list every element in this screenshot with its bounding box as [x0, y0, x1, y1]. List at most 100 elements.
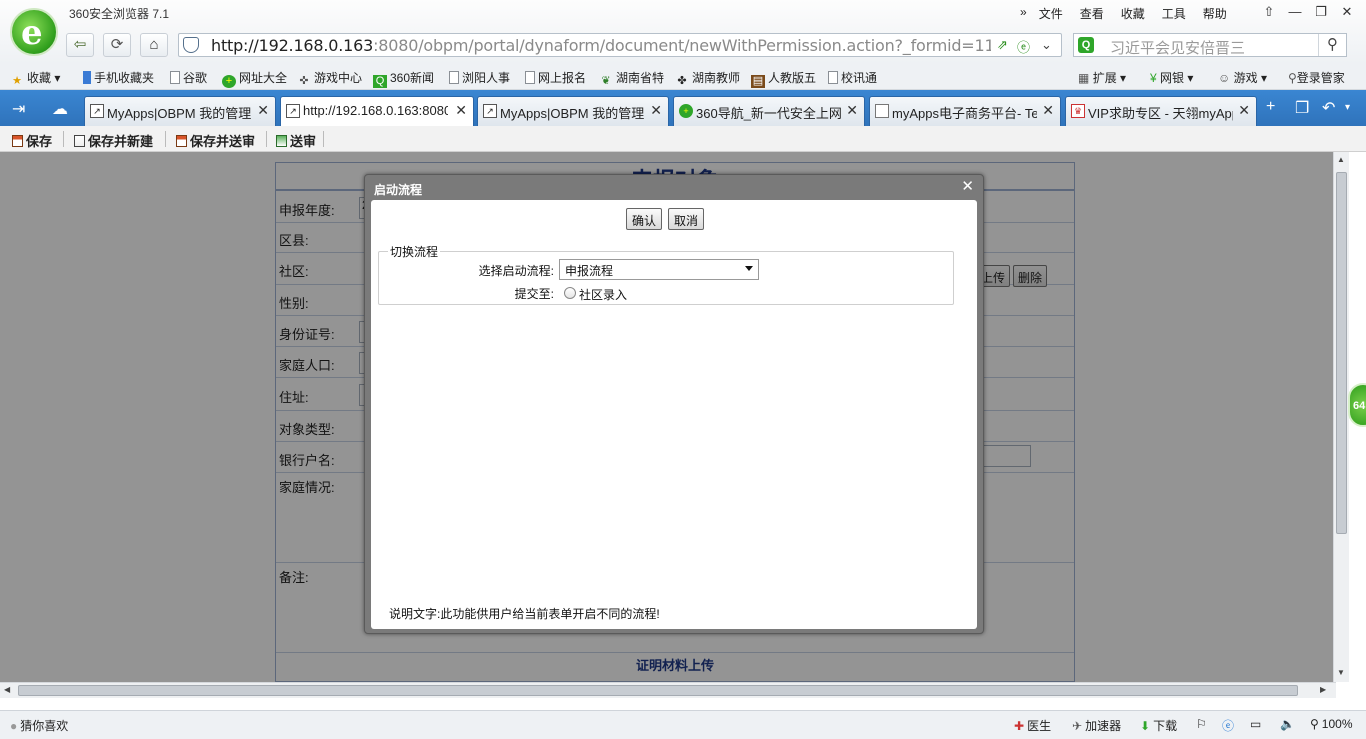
- community-entry-radio[interactable]: [564, 287, 576, 299]
- tab-menu-icon[interactable]: ▾: [1345, 102, 1350, 113]
- community-entry-label[interactable]: 社区录入: [579, 286, 627, 303]
- cancel-button[interactable]: 取消: [668, 208, 705, 230]
- save-submit-button[interactable]: 保存并送审: [176, 131, 255, 150]
- menu-overflow-icon[interactable]: »: [1020, 5, 1027, 22]
- speed-ball-badge[interactable]: 64: [1348, 383, 1366, 427]
- address-bar[interactable]: http://192.168.0.163:8080/obpm/portal/dy…: [178, 33, 1062, 57]
- star-icon: ★: [12, 75, 22, 87]
- share-icon[interactable]: ⇗: [997, 37, 1008, 53]
- volume-icon[interactable]: 🔈: [1280, 717, 1295, 731]
- search-icon[interactable]: ⚲: [1318, 34, 1346, 56]
- horizontal-scrollbar[interactable]: ◀ ▶: [0, 682, 1336, 698]
- menu-favorites[interactable]: 收藏: [1121, 5, 1145, 22]
- tab-360-nav[interactable]: + 360导航_新一代安全上网导 ✕: [673, 96, 865, 126]
- bookmark-liuyang[interactable]: 浏阳人事: [449, 69, 510, 86]
- new-doc-icon: [74, 135, 85, 147]
- flag-icon[interactable]: ⚐: [1196, 717, 1207, 731]
- tab-close-icon[interactable]: ✕: [1238, 102, 1250, 119]
- extensions-button[interactable]: ▦ 扩展 ▾: [1078, 69, 1126, 86]
- rocket-icon: ✈: [1072, 719, 1083, 733]
- scroll-right-icon[interactable]: ▶: [1320, 685, 1326, 694]
- book-icon: ▤: [751, 75, 765, 88]
- cloud-icon[interactable]: ☁: [52, 99, 68, 119]
- close-window-button[interactable]: ✕: [1334, 3, 1360, 21]
- home-button[interactable]: ⌂: [140, 33, 168, 57]
- page-icon: [525, 71, 535, 84]
- save-icon: [12, 135, 23, 147]
- search-input[interactable]: 习近平会见安倍晋三: [1110, 37, 1245, 58]
- menu-help[interactable]: 帮助: [1203, 5, 1227, 22]
- zoom-icon: ⚲: [1310, 717, 1319, 731]
- download-button[interactable]: ⬇ 下载: [1140, 717, 1177, 734]
- doctor-button[interactable]: ✚ 医生: [1014, 717, 1051, 734]
- tab-close-icon[interactable]: ✕: [455, 102, 467, 119]
- tab-myapps-2[interactable]: ↗ MyApps|OBPM 我的管理 ✕: [477, 96, 669, 126]
- search-box[interactable]: Q 习近平会见安倍晋三 ⚲: [1073, 33, 1347, 57]
- bookmark-textbook[interactable]: ▤ 人教版五: [751, 69, 816, 88]
- url-dropdown-icon[interactable]: ⌄: [1041, 37, 1052, 53]
- tab-myapps-1[interactable]: ↗ MyApps|OBPM 我的管理 ✕: [84, 96, 276, 126]
- dot-icon: ●: [10, 719, 18, 733]
- search-engine-icon[interactable]: Q: [1078, 37, 1094, 53]
- minimize-button[interactable]: —: [1282, 3, 1308, 21]
- bookmark-site-nav[interactable]: + 网址大全: [222, 69, 287, 88]
- login-manager-button[interactable]: ⚲登录管家: [1288, 69, 1345, 86]
- refresh-button[interactable]: ⟳: [103, 33, 131, 57]
- url-text[interactable]: http://192.168.0.163:8080/obpm/portal/dy…: [211, 36, 991, 55]
- page-icon: [828, 71, 838, 84]
- tab-close-icon[interactable]: ✕: [846, 102, 858, 119]
- figure-icon: ✤: [677, 75, 687, 87]
- workflow-select[interactable]: 申报流程: [559, 259, 759, 280]
- menu-file[interactable]: 文件: [1039, 5, 1063, 22]
- bookmark-signup[interactable]: 网上报名: [525, 69, 586, 86]
- tab-close-icon[interactable]: ✕: [1042, 102, 1054, 119]
- page-icon: [449, 71, 459, 84]
- restore-button[interactable]: ❐: [1308, 3, 1334, 21]
- ebank-button[interactable]: ¥ 网银 ▾: [1150, 69, 1193, 86]
- dialog-close-icon[interactable]: ✕: [961, 177, 974, 195]
- menu-view[interactable]: 查看: [1080, 5, 1104, 22]
- zoom-control[interactable]: ⚲ 100%: [1310, 717, 1353, 731]
- tab-myapps-ecommerce[interactable]: myApps电子商务平台- Te ✕: [869, 96, 1061, 126]
- undo-close-icon[interactable]: ↶: [1322, 98, 1335, 118]
- security-shield-icon: [183, 37, 199, 53]
- vertical-scrollbar[interactable]: ▲ ▼: [1333, 152, 1349, 682]
- sidebar-toggle-icon[interactable]: ⇥: [12, 99, 25, 119]
- games-button[interactable]: ☺ 游戏 ▾: [1218, 69, 1267, 86]
- bookmark-hunan-special[interactable]: ❦ 湖南省特: [599, 69, 664, 88]
- new-tab-icon[interactable]: +: [1266, 98, 1275, 116]
- toolbar-divider: [266, 131, 267, 147]
- start-workflow-dialog: 启动流程 ✕ 确认 取消 切换流程 选择启动流程: 申报流程 提交至: 社区录入…: [364, 174, 984, 634]
- submit-button[interactable]: 送审: [276, 131, 316, 150]
- window-icon[interactable]: ▭: [1250, 717, 1261, 731]
- recommend-button[interactable]: ● 猜你喜欢: [10, 717, 68, 734]
- tab-close-icon[interactable]: ✕: [650, 102, 662, 119]
- scroll-down-icon[interactable]: ▼: [1337, 668, 1345, 677]
- save-new-button[interactable]: 保存并新建: [74, 131, 153, 150]
- vertical-scroll-thumb[interactable]: [1336, 172, 1347, 534]
- accelerator-button[interactable]: ✈ 加速器: [1072, 717, 1121, 734]
- confirm-button[interactable]: 确认: [626, 208, 663, 230]
- bookmark-mobile[interactable]: 手机收藏夹: [83, 69, 154, 86]
- tab-list-icon[interactable]: ❐: [1295, 98, 1309, 118]
- tab-vip-help[interactable]: ♛ VIP求助专区 - 天翎myApp ✕: [1065, 96, 1257, 126]
- ie-mode-icon[interactable]: ⓔ: [1222, 717, 1234, 734]
- save-button[interactable]: 保存: [12, 131, 52, 150]
- extensions-icon: ▦: [1078, 71, 1090, 85]
- dialog-note: 说明文字:此功能供用户给当前表单开启不同的流程!: [389, 607, 660, 621]
- scroll-left-icon[interactable]: ◀: [4, 685, 10, 694]
- bookmark-hunan-teacher[interactable]: ✤ 湖南教师: [675, 69, 740, 88]
- bookmark-school[interactable]: 校讯通: [828, 69, 877, 86]
- menu-tools[interactable]: 工具: [1162, 5, 1186, 22]
- horizontal-scroll-thumb[interactable]: [18, 685, 1298, 696]
- tab-close-icon[interactable]: ✕: [257, 102, 269, 119]
- skin-icon[interactable]: ⇧: [1256, 3, 1282, 21]
- browser-mode-icon[interactable]: ⓔ: [1017, 37, 1030, 56]
- tab-current-page[interactable]: ↗ http://192.168.0.163:8080 ✕: [280, 96, 474, 126]
- back-button[interactable]: ⇦: [66, 33, 94, 57]
- bookmark-game-center[interactable]: ✜ 游戏中心: [297, 69, 362, 88]
- bookmark-360-news[interactable]: Q 360新闻: [373, 69, 434, 88]
- bookmark-favorites[interactable]: ★ 收藏 ▾: [10, 69, 60, 88]
- bookmark-google[interactable]: 谷歌: [170, 69, 207, 86]
- scroll-up-icon[interactable]: ▲: [1337, 155, 1345, 164]
